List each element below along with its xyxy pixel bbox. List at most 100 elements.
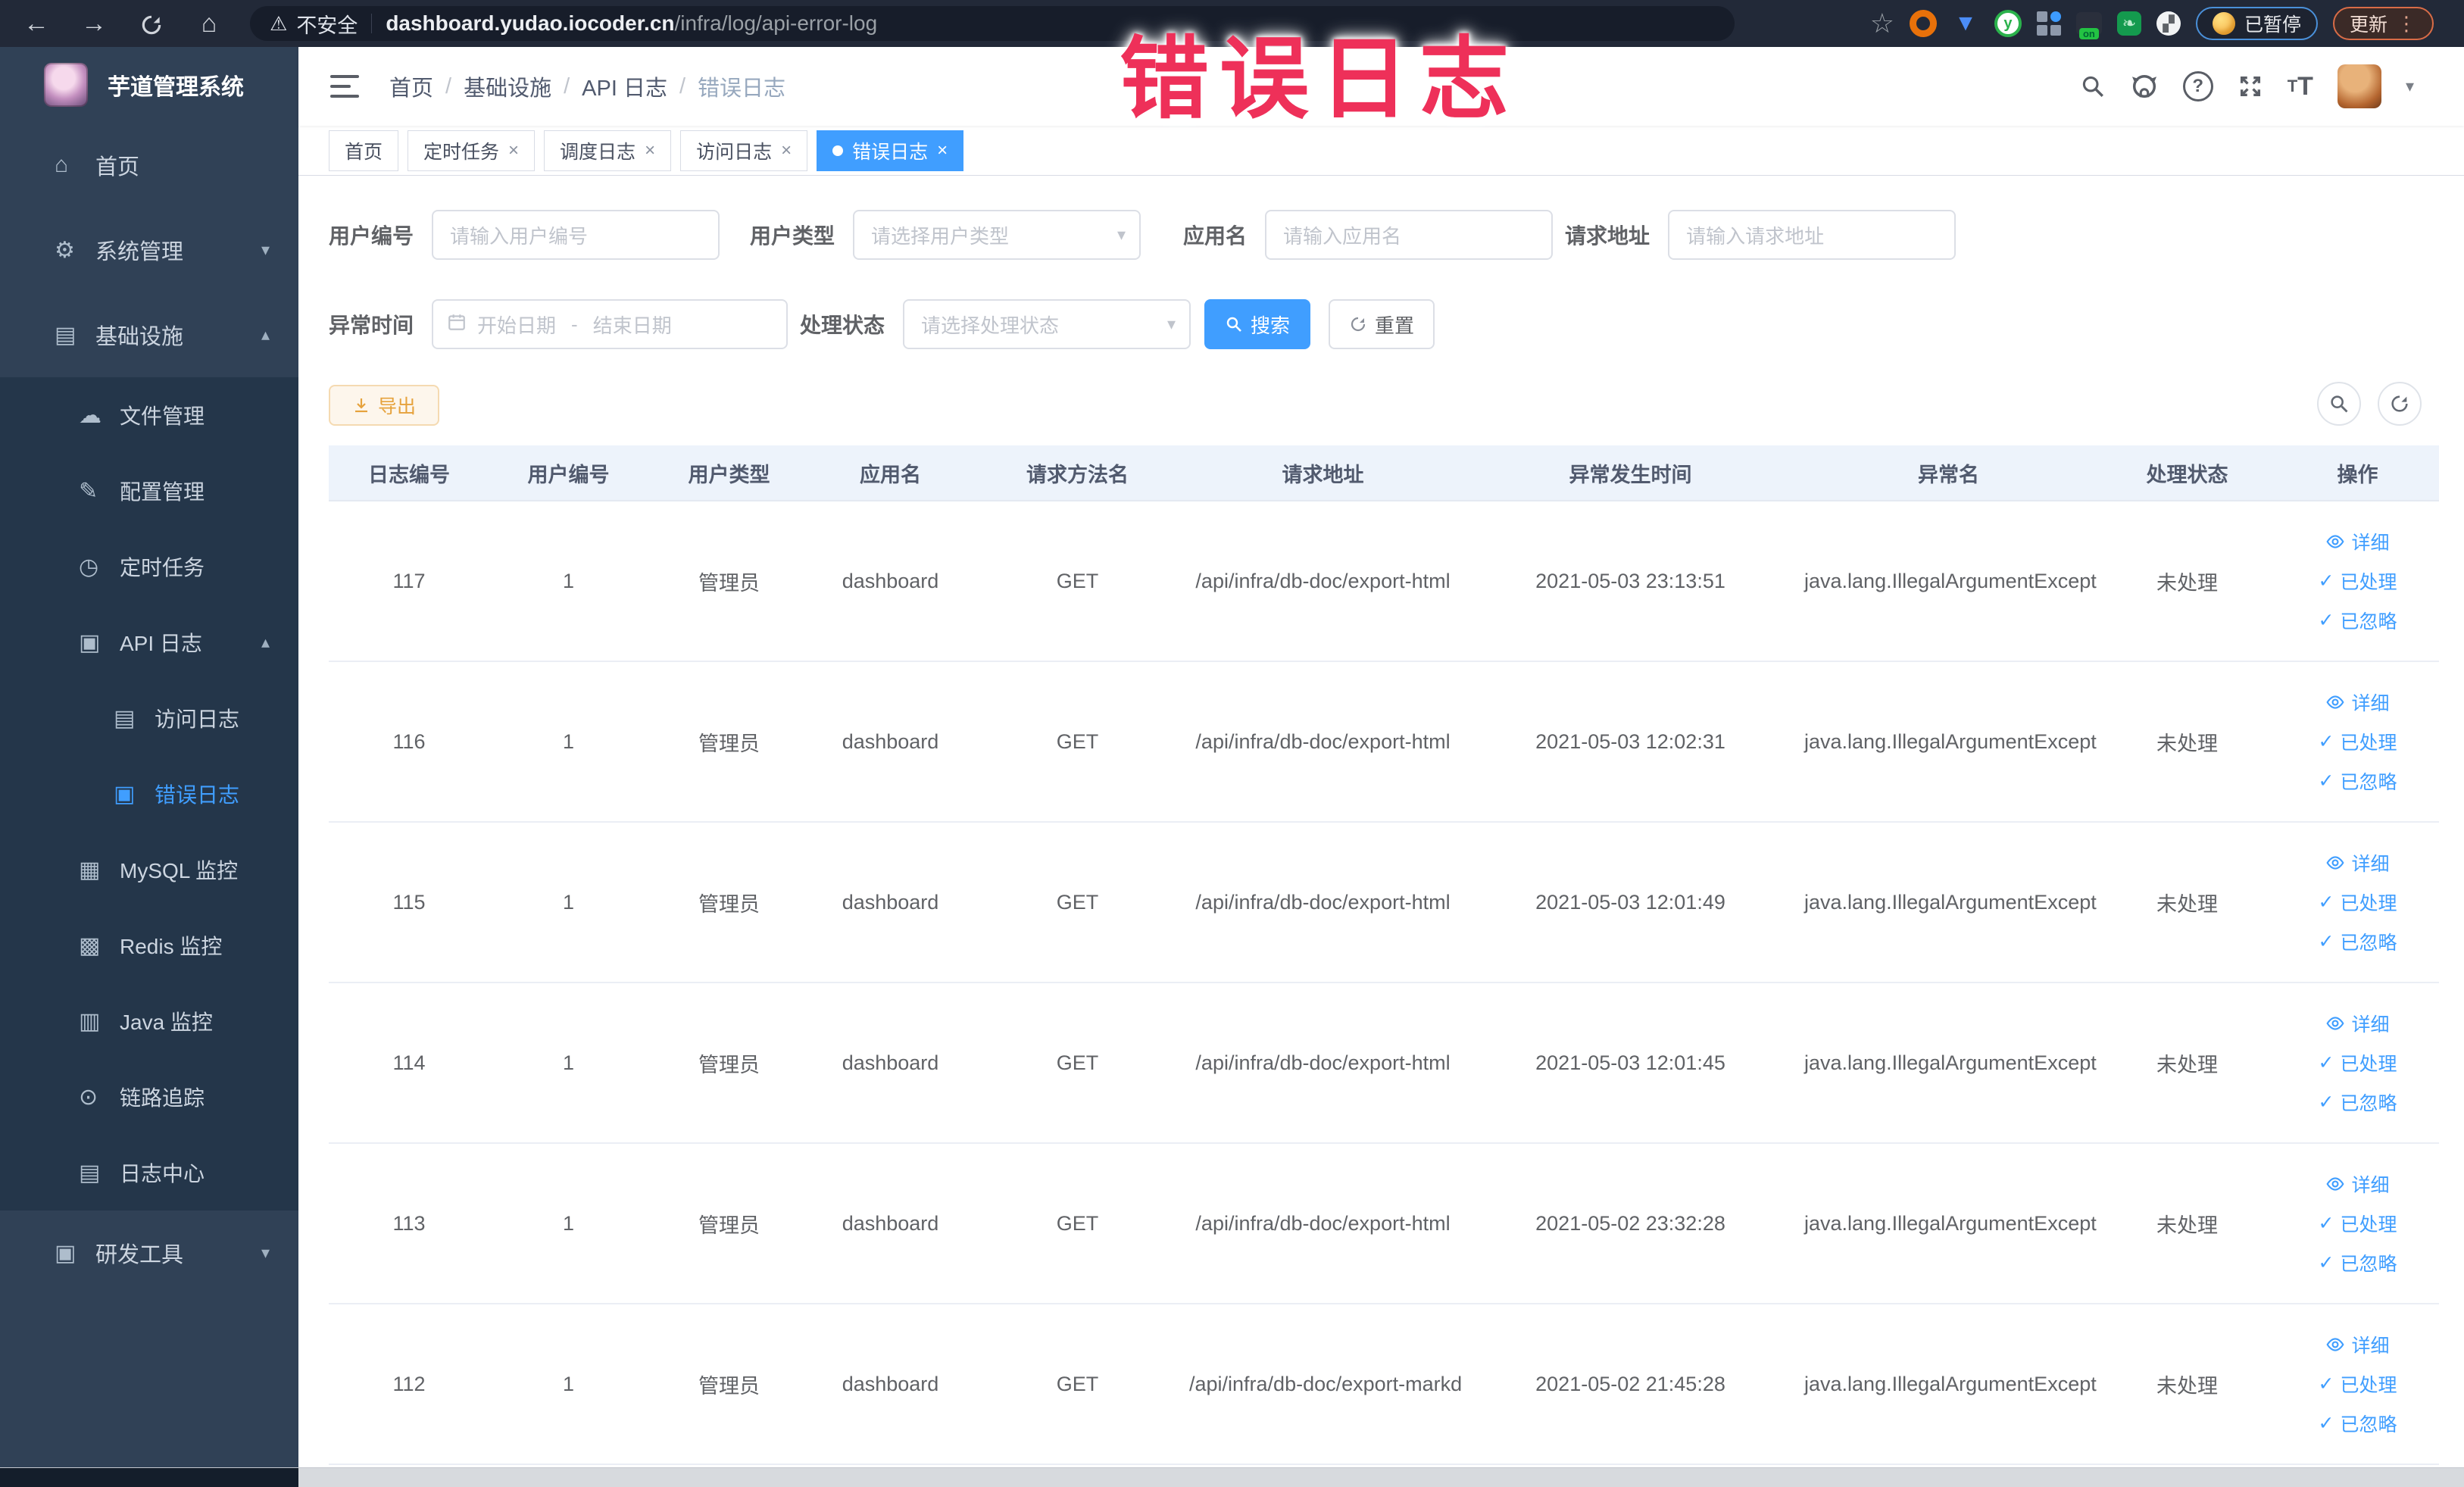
sidebar-item-14[interactable]: ▣ 研发工具 ▾ xyxy=(0,1211,298,1295)
sidebar-item-4[interactable]: ✎ 配置管理 xyxy=(0,453,298,529)
sidebar-item-3[interactable]: ☁ 文件管理 xyxy=(0,377,298,453)
action-2[interactable]: ✓ 已忽略 xyxy=(2319,1249,2397,1276)
tab-3[interactable]: 访问日志 × xyxy=(680,130,808,171)
cell-actions: 详细 ✓ 已处理 ✓ 已忽略 xyxy=(2277,1170,2438,1276)
browser-home-icon[interactable]: ⌂ xyxy=(192,9,226,39)
navbar-right: ? TT ▾ xyxy=(785,64,2464,108)
browser-update-button[interactable]: 更新 ⋮ xyxy=(2332,7,2434,40)
action-2[interactable]: ✓ 已忽略 xyxy=(2319,1089,2397,1116)
action-0[interactable]: 详细 xyxy=(2325,689,2390,716)
cell-actions: 详细 ✓ 已处理 ✓ 已忽略 xyxy=(2277,849,2438,955)
file-icon: ☁ xyxy=(79,402,101,428)
sidebar-item-2[interactable]: ▤ 基础设施 ▴ xyxy=(0,292,298,377)
column-header-0: 日志编号 xyxy=(368,463,450,486)
breadcrumb-item-2[interactable]: API 日志 xyxy=(582,70,667,102)
action-0[interactable]: 详细 xyxy=(2325,1331,2390,1358)
action-1[interactable]: ✓ 已处理 xyxy=(2319,1370,2397,1398)
extension-green-icon[interactable]: y xyxy=(1994,10,2022,37)
chevron-down-icon[interactable]: ▾ xyxy=(2406,77,2414,96)
browser-toolbar-right: ☆ ▼ y on ❧ ▞ 已暂停 更新 ⋮ xyxy=(1735,7,2464,40)
process-status-select[interactable]: 请选择处理状态 ▾ xyxy=(903,299,1191,349)
cell-method: GET xyxy=(1056,890,1099,914)
end-date-placeholder[interactable]: 结束日期 xyxy=(593,311,672,339)
search-icon[interactable] xyxy=(2080,73,2106,99)
browser-back-icon[interactable]: ← xyxy=(20,9,53,39)
action-2[interactable]: ✓ 已忽略 xyxy=(2319,767,2397,795)
close-icon[interactable]: × xyxy=(937,140,948,161)
app-name-input[interactable]: 请输入应用名 xyxy=(1265,210,1554,260)
extension-grid-icon[interactable] xyxy=(2036,11,2061,36)
action-1[interactable]: ✓ 已处理 xyxy=(2319,567,2397,595)
sidebar-item-8[interactable]: ▣ 错误日志 xyxy=(0,756,298,832)
tab-4[interactable]: 错误日志 × xyxy=(817,130,964,171)
browser-forward-icon[interactable]: → xyxy=(77,9,111,39)
user-type-select[interactable]: 请选择用户类型 ▾ xyxy=(853,210,1141,260)
action-0[interactable]: 详细 xyxy=(2325,1170,2390,1198)
breadcrumb-item-1[interactable]: 基础设施 xyxy=(464,70,551,102)
extension-shield-icon[interactable]: ▼ xyxy=(1952,10,1979,37)
sidebar-item-11[interactable]: ▥ Java 监控 xyxy=(0,983,298,1059)
sidebar-item-10[interactable]: ▩ Redis 监控 xyxy=(0,908,298,983)
request-url-input[interactable]: 请输入请求地址 xyxy=(1668,210,1957,260)
security-label[interactable]: 不安全 xyxy=(296,9,358,39)
user-avatar[interactable] xyxy=(2337,64,2381,108)
action-2[interactable]: ✓ 已忽略 xyxy=(2319,928,2397,955)
sidebar-item-0[interactable]: ⌂ 首页 xyxy=(0,123,298,208)
column-header-7: 异常名 xyxy=(1918,463,1979,486)
fullscreen-icon[interactable] xyxy=(2238,73,2263,99)
close-icon[interactable]: × xyxy=(781,140,792,161)
sidebar-item-13[interactable]: ▤ 日志中心 xyxy=(0,1135,298,1211)
action-1[interactable]: ✓ 已处理 xyxy=(2319,1210,2397,1237)
action-1[interactable]: ✓ 已处理 xyxy=(2319,728,2397,755)
url-text[interactable]: dashboard.yudao.iocoder.cn/infra/log/api… xyxy=(386,11,877,36)
action-0[interactable]: 详细 xyxy=(2325,849,2390,876)
cell-url: /api/infra/db-doc/export-html xyxy=(1195,1051,1451,1074)
sidebar-item-7[interactable]: ▤ 访问日志 xyxy=(0,680,298,756)
action-0[interactable]: 详细 xyxy=(2325,528,2390,555)
extension-leaf-icon[interactable]: ❧ xyxy=(2116,11,2141,36)
close-icon[interactable]: × xyxy=(645,140,655,161)
app-logo-row[interactable]: 芋道管理系统 xyxy=(0,47,298,123)
sidebar-item-6[interactable]: ▣ API 日志 ▴ xyxy=(0,604,298,680)
sidebar-item-1[interactable]: ⚙ 系统管理 ▾ xyxy=(0,208,298,292)
extensions-puzzle-icon[interactable]: ▞ xyxy=(2156,11,2181,36)
export-button[interactable]: 导出 xyxy=(329,385,439,426)
tab-1[interactable]: 定时任务 × xyxy=(408,130,536,171)
close-icon[interactable]: × xyxy=(508,140,519,161)
browser-reload-icon[interactable] xyxy=(135,9,168,39)
breadcrumb-item-0[interactable]: 首页 xyxy=(389,70,433,102)
start-date-placeholder[interactable]: 开始日期 xyxy=(477,311,556,339)
github-icon[interactable] xyxy=(2130,72,2159,101)
extension-orange-icon[interactable] xyxy=(1909,10,1937,37)
action-1[interactable]: ✓ 已处理 xyxy=(2319,1049,2397,1076)
sidebar-item-12[interactable]: ⊙ 链路追踪 xyxy=(0,1059,298,1135)
action-0[interactable]: 详细 xyxy=(2325,1010,2390,1037)
home-icon: ⌂ xyxy=(55,152,69,177)
infra-icon: ▤ xyxy=(55,322,77,348)
emoji-avatar-icon xyxy=(2212,12,2235,35)
refresh-icon[interactable] xyxy=(2378,382,2422,426)
show-search-icon[interactable] xyxy=(2317,382,2361,426)
column-header-9: 操作 xyxy=(2337,463,2378,486)
table-row-116: 116 1 管理员 dashboard GET/api/infra/db-doc/exp… xyxy=(329,662,2439,823)
browser-menu-icon[interactable]: ⋮ xyxy=(2397,12,2417,36)
chevron-up-icon: ▴ xyxy=(261,325,270,344)
font-size-icon[interactable]: TT xyxy=(2288,72,2313,102)
user-id-input[interactable]: 请输入用户编号 xyxy=(432,210,720,260)
action-2[interactable]: ✓ 已忽略 xyxy=(2319,607,2397,634)
tab-0[interactable]: 首页 xyxy=(329,130,399,171)
sidebar-item-9[interactable]: ▦ MySQL 监控 xyxy=(0,832,298,908)
action-1[interactable]: ✓ 已处理 xyxy=(2319,889,2397,916)
date-range-picker[interactable]: 开始日期 - 结束日期 xyxy=(432,299,789,349)
action-2[interactable]: ✓ 已忽略 xyxy=(2319,1410,2397,1437)
search-button[interactable]: 搜索 xyxy=(1204,299,1311,349)
bookmark-star-icon[interactable]: ☆ xyxy=(1870,8,1894,39)
reset-button[interactable]: 重置 xyxy=(1329,299,1435,349)
extension-onoff-icon[interactable]: on xyxy=(2075,12,2102,39)
help-icon[interactable]: ? xyxy=(2182,71,2213,102)
sidebar-item-5[interactable]: ◷ 定时任务 xyxy=(0,529,298,604)
profile-paused-button[interactable]: 已暂停 xyxy=(2195,7,2318,40)
hamburger-icon[interactable] xyxy=(330,75,359,98)
tab-2[interactable]: 调度日志 × xyxy=(544,130,672,171)
column-header-3: 应用名 xyxy=(860,463,921,486)
